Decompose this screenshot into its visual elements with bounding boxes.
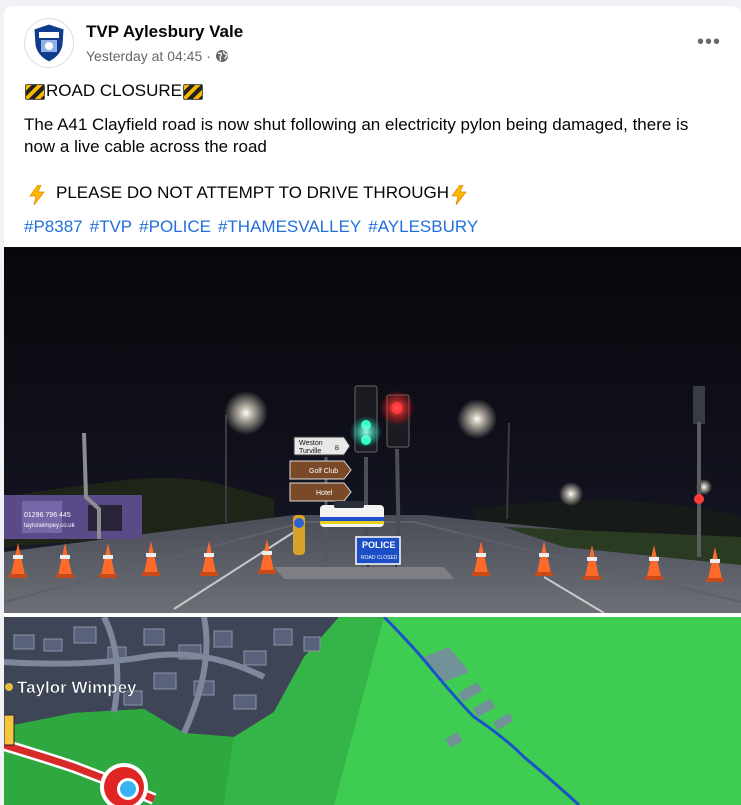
post-header: TVP Aylesbury Vale Yesterday at 04:45 · … — [4, 6, 741, 76]
map-photo[interactable]: Taylor Wimpey — [4, 617, 741, 805]
road-closure-photo[interactable]: 01296 796 445 taylorwimpey.co.uk Weston … — [4, 247, 741, 613]
page-avatar[interactable] — [24, 18, 74, 68]
post-card: TVP Aylesbury Vale Yesterday at 04:45 · … — [4, 6, 741, 805]
hashtag-link[interactable]: #POLICE — [139, 216, 211, 238]
sign-turville: Turville — [299, 448, 321, 455]
barrier-icon — [183, 84, 204, 100]
hashtag-list: #P8387 #TVP #POLICE #THAMESVALLEY #AYLES… — [24, 216, 478, 238]
police-sign-subtext: ROAD CLOSED — [361, 555, 398, 561]
lightning-icon — [451, 185, 467, 205]
post-timestamp[interactable]: Yesterday at 04:45 — [86, 48, 202, 64]
sign-code: B — [335, 446, 339, 452]
sign-weston: Weston — [299, 440, 323, 447]
billboard-phone: 01296 796 445 — [24, 512, 71, 519]
billboard-url: taylorwimpey.co.uk — [24, 523, 76, 529]
meta-separator: · — [206, 48, 211, 64]
post-title: ROAD CLOSURE — [46, 81, 183, 100]
more-options-button[interactable]: ••• — [691, 28, 727, 56]
sign-golf-club: Golf Club — [309, 468, 338, 475]
post-title-line: ROAD CLOSURE — [24, 80, 204, 102]
post-body: The A41 Clayfield road is now shut follo… — [24, 115, 689, 156]
post-warning-line: PLEASE DO NOT ATTEMPT TO DRIVE THROUGH — [24, 182, 472, 205]
post-warning: PLEASE DO NOT ATTEMPT TO DRIVE THROUGH — [56, 183, 449, 202]
barrier-icon — [25, 84, 45, 100]
lightning-icon — [29, 185, 45, 205]
globe-icon[interactable] — [215, 49, 229, 63]
hashtag-link[interactable]: #P8387 — [24, 216, 83, 238]
hashtag-link[interactable]: #THAMESVALLEY — [218, 216, 361, 238]
map-label-taylor-wimpey: Taylor Wimpey — [17, 678, 137, 697]
police-badge-icon — [33, 23, 65, 63]
sign-hotel: Hotel — [316, 490, 333, 497]
hashtag-link[interactable]: #AYLESBURY — [368, 216, 478, 238]
page-name[interactable]: TVP Aylesbury Vale — [86, 22, 243, 42]
post-meta: Yesterday at 04:45 · — [86, 48, 229, 64]
hashtag-link[interactable]: #TVP — [90, 216, 133, 238]
police-sign-text: POLICE — [362, 540, 396, 550]
